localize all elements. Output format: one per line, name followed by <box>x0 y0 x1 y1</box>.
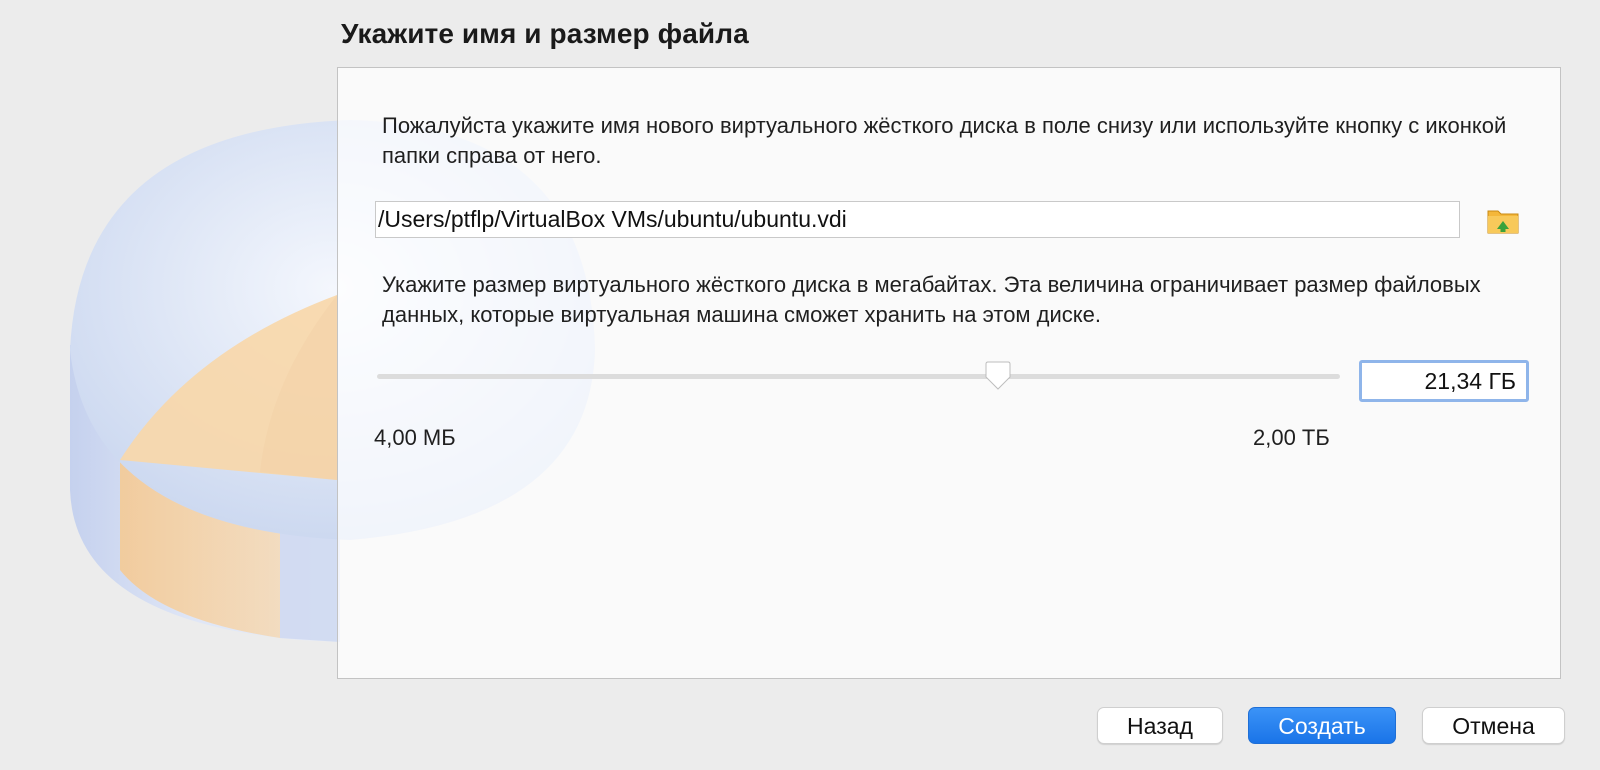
disk-size-slider-thumb[interactable] <box>982 361 1014 393</box>
folder-browse-icon <box>1487 210 1519 234</box>
cancel-button[interactable]: Отмена <box>1422 707 1565 744</box>
back-button[interactable]: Назад <box>1097 707 1223 744</box>
slider-min-label: 4,00 МБ <box>374 425 456 450</box>
create-virtual-disk-dialog: Укажите имя и размер файла Пожалуйста ук… <box>0 0 1600 770</box>
create-button[interactable]: Создать <box>1248 707 1396 744</box>
disk-size-slider-track[interactable] <box>377 374 1340 379</box>
disk-size-field[interactable]: 21,34 ГБ <box>1359 360 1529 402</box>
slider-knob-icon <box>985 361 1011 390</box>
choose-file-button[interactable] <box>1486 203 1520 237</box>
slider-max-label: 2,00 ТБ <box>1253 425 1330 450</box>
file-path-field[interactable]: /Users/ptflp/VirtualBox VMs/ubuntu/ubunt… <box>375 201 1460 238</box>
disk-size-description: Укажите размер виртуального жёсткого дис… <box>382 272 1481 327</box>
dialog-title: Укажите имя и размер файла <box>341 18 749 49</box>
file-name-description: Пожалуйста укажите имя нового виртуально… <box>382 113 1507 168</box>
